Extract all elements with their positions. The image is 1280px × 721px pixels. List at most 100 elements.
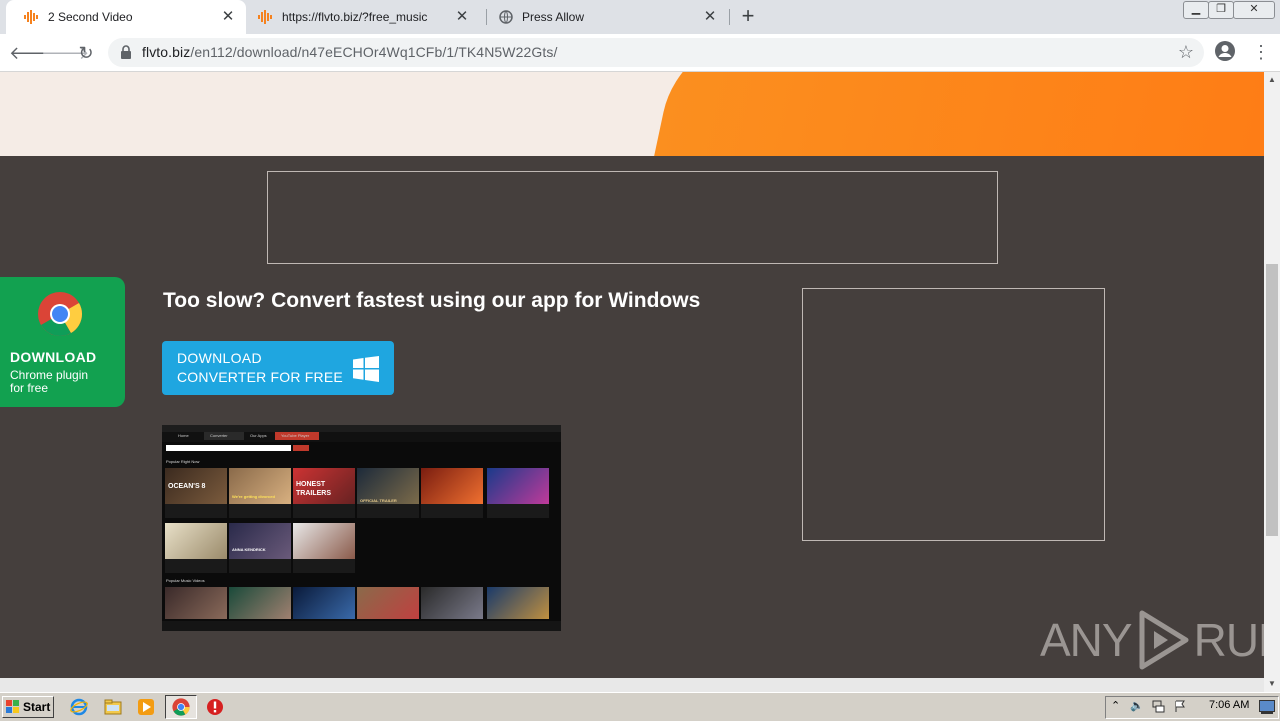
browser-toolbar: 🡐 🡒 ↻ flvto.biz/en112/download/n47eECHOr… [0,34,1280,72]
internet-explorer-icon[interactable] [70,698,88,716]
tab-free-music[interactable]: https://flvto.biz/?free_music ✕ [240,0,480,34]
video-caption [487,504,549,518]
video-caption [293,559,355,573]
video-caption [421,504,483,518]
video-caption [165,559,227,573]
media-player-icon[interactable] [137,698,155,716]
restore-button[interactable]: ❐ [1208,1,1234,19]
download-button-line1: DOWNLOAD [177,350,262,366]
tab-2-second-video[interactable]: 2 Second Video ✕ [6,0,246,34]
hero-banner [0,72,1264,156]
video-thumb [487,587,549,619]
app-titlebar [162,425,561,432]
system-tray: ⌃ 🔈 [1105,696,1279,719]
network-icon[interactable] [1152,700,1165,713]
app-search-box [166,445,291,451]
tab-separator [729,9,730,25]
forward-button[interactable]: 🡒 [41,41,89,65]
video-thumb [293,523,355,559]
ad-box-right [802,288,1105,541]
horizontal-scroll-area [0,678,1264,692]
action-center-flag-icon[interactable] [1174,700,1186,712]
url-host: flvto.biz [142,44,191,60]
app-section-label: Popular Music Videos [166,578,205,583]
close-tab-icon[interactable]: ✕ [220,9,236,25]
anyrun-word-left: ANY [1040,614,1133,666]
video-thumb [165,587,227,619]
chrome-card-title: DOWNLOAD [10,349,97,365]
chrome-card-subtitle: Chrome plugin for free [10,369,110,395]
app-nav-item: Converter [204,432,244,440]
windows-taskbar: Start ⌃ 🔈 7:06 AM [0,692,1280,721]
headline: Too slow? Convert fastest using our app … [163,289,701,312]
flvto-wave-icon [24,9,40,25]
tab-title: 2 Second Video [48,10,133,24]
chrome-card-subtitle-line2: for free [10,381,49,395]
orange-shape [638,72,1264,156]
video-caption [357,504,419,518]
video-thumb [357,587,419,619]
back-button[interactable]: 🡐 [9,41,57,65]
taskbar-clock: 7:06 AM [1209,699,1250,711]
tab-title: https://flvto.biz/?free_music [282,10,428,24]
app-nav-item: Home [178,433,189,438]
profile-avatar-icon[interactable] [1215,41,1235,61]
security-alert-icon[interactable] [206,698,224,716]
show-desktop-icon[interactable] [1259,700,1275,714]
app-screenshot-preview: Home Converter Our Apps YouTube Player P… [162,425,561,631]
chrome-plugin-card[interactable]: DOWNLOAD Chrome plugin for free [0,277,125,407]
tray-expand-icon[interactable]: ⌃ [1111,699,1123,712]
chrome-taskbar-button[interactable] [165,695,197,719]
tab-press-allow[interactable]: Press Allow ✕ [480,0,728,34]
video-thumb [165,523,227,559]
anyrun-play-icon [1139,610,1189,670]
tab-title: Press Allow [522,10,585,24]
volume-icon[interactable]: 🔈 [1130,699,1144,712]
app-player-bar [162,621,561,631]
scrollbar-thumb[interactable] [1266,264,1278,536]
file-explorer-icon[interactable] [104,698,122,716]
address-bar[interactable]: flvto.biz/en112/download/n47eECHOr4Wq1CF… [108,38,1204,67]
scroll-up-arrow-icon[interactable]: ▲ [1264,72,1280,88]
video-thumb: ANNA KENDRICK [229,523,291,559]
video-thumb [421,587,483,619]
new-tab-button[interactable]: + [738,5,758,27]
chrome-logo-icon [38,292,82,336]
tab-strip: 2 Second Video ✕ https://flvto.biz/?free… [0,0,1280,34]
reload-button[interactable]: ↻ [74,41,98,65]
video-thumb: OCEAN'S 8 [165,468,227,504]
video-thumb [293,587,355,619]
app-section-label: Popular Right Now [166,459,200,464]
minimize-button[interactable]: ▁ [1183,1,1209,19]
close-window-button[interactable]: ✕ [1233,1,1275,19]
bookmark-star-icon[interactable]: ☆ [1178,42,1194,63]
windows-flag-icon [6,700,19,713]
video-caption [229,504,291,518]
app-nav: Home Converter Our Apps YouTube Player [162,432,561,442]
scroll-down-arrow-icon[interactable]: ▼ [1264,676,1280,692]
url-path: /en112/download/n47eECHOr4Wq1CFb/1/TK4N5… [190,44,558,60]
download-converter-button[interactable]: DOWNLOAD CONVERTER FOR FREE [162,341,394,395]
video-thumb: We're getting divorced [229,468,291,504]
video-thumb [229,587,291,619]
close-tab-icon[interactable]: ✕ [454,9,470,25]
download-button-line2: CONVERTER FOR FREE [177,369,343,385]
video-thumb: HONEST TRAILERS [293,468,355,504]
video-thumb [487,468,549,504]
chrome-logo-icon [172,698,190,716]
start-label: Start [23,700,51,714]
close-tab-icon[interactable]: ✕ [702,9,718,25]
menu-kebab-icon[interactable]: ⋮ [1252,41,1270,63]
video-caption [293,504,355,518]
app-nav-item: Our Apps [250,433,267,438]
globe-icon [498,9,514,25]
anyrun-watermark: ANY RUN [1040,610,1280,670]
start-button[interactable]: Start [2,696,54,718]
url-text: flvto.biz/en112/download/n47eECHOr4Wq1CF… [142,44,557,60]
vertical-scrollbar[interactable]: ▲ ▼ [1264,72,1280,692]
windows-logo-icon [353,356,379,382]
video-caption [229,559,291,573]
app-search-button [293,445,309,451]
video-caption [165,504,227,518]
ad-banner-top [267,171,998,264]
